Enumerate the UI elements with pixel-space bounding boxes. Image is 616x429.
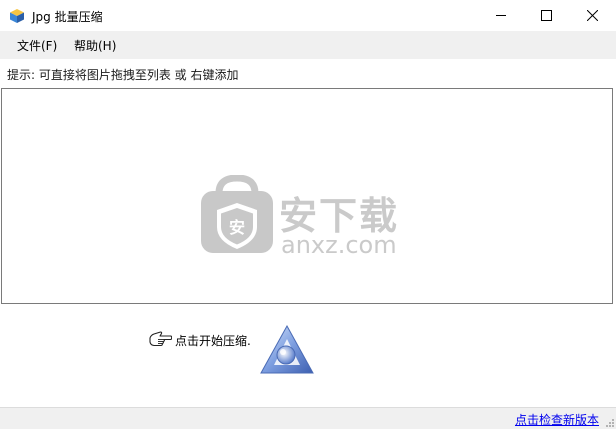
close-icon: [586, 10, 598, 21]
status-bar: 点击检查新版本: [0, 407, 616, 429]
maximize-icon: [540, 10, 552, 21]
maximize-button[interactable]: [523, 0, 569, 31]
app-cube-icon: [10, 9, 24, 23]
watermark-subtitle: anxz.com: [281, 231, 397, 259]
triangle-logo-icon[interactable]: [260, 325, 314, 375]
menu-file[interactable]: 文件(F): [17, 37, 57, 54]
start-compress-label[interactable]: 点击开始压缩.: [175, 332, 251, 349]
file-list[interactable]: 安 安下载 anxz.com: [1, 88, 613, 304]
close-button[interactable]: [569, 0, 615, 31]
minimize-icon: [495, 15, 506, 16]
title-bar: Jpg 批量压缩: [0, 0, 616, 31]
resize-grip-icon[interactable]: [603, 416, 615, 428]
menu-help[interactable]: 帮助(H): [74, 37, 116, 54]
minimize-button[interactable]: [478, 0, 524, 31]
svg-text:安: 安: [229, 218, 245, 237]
window-title: Jpg 批量压缩: [32, 10, 103, 24]
check-update-link[interactable]: 点击检查新版本: [515, 411, 599, 428]
menu-bar: 文件(F) 帮助(H): [0, 31, 616, 59]
pointing-hand-icon: [149, 331, 172, 347]
watermark: 安 安下载 anxz.com: [201, 174, 416, 268]
hint-text: 提示: 可直接将图片拖拽至列表 或 右键添加: [7, 68, 239, 82]
